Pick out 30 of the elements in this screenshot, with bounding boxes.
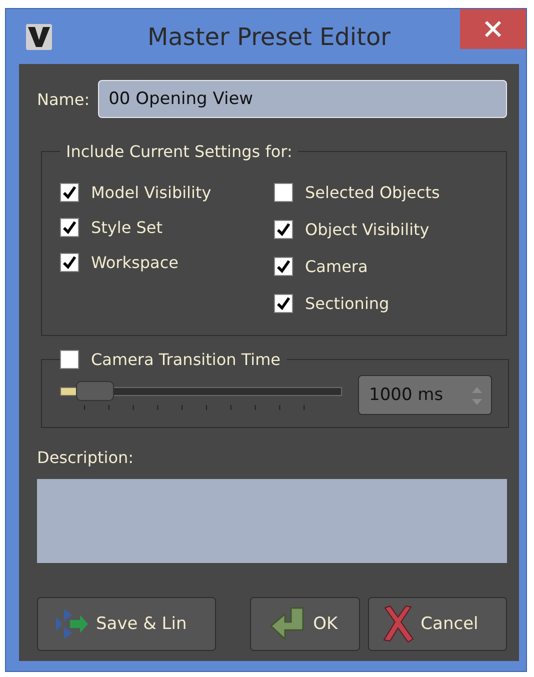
ok-button[interactable]: OK <box>250 597 360 651</box>
checkbox[interactable]: Object Visibility <box>274 220 474 239</box>
check-icon <box>276 222 291 237</box>
logo-icon <box>26 24 52 50</box>
checkbox[interactable]: Sectioning <box>274 294 474 313</box>
check-icon <box>276 296 291 311</box>
checkbox[interactable]: Camera Transition Time <box>60 350 280 369</box>
check-icon <box>62 185 77 200</box>
group-title: Include Current Settings for: <box>65 142 294 161</box>
save-button[interactable]: Save & Lin <box>37 597 216 651</box>
window-title: Master Preset Editor <box>146 22 392 50</box>
slider-thumb[interactable] <box>76 380 114 400</box>
checkbox[interactable]: Style Set <box>60 218 260 237</box>
description-field[interactable] <box>37 479 507 563</box>
check-icon <box>62 220 77 235</box>
close-icon <box>484 20 502 38</box>
cross-icon <box>380 604 415 644</box>
checkbox[interactable]: Workspace <box>60 253 260 272</box>
time-spinbox[interactable]: 1000 ms <box>358 375 492 415</box>
check-icon <box>62 255 77 270</box>
name-label: Name: <box>37 90 90 108</box>
time-slider[interactable] <box>60 380 342 400</box>
checkbox[interactable]: Model Visibility <box>60 183 260 202</box>
close-button[interactable] <box>460 9 526 49</box>
check-icon <box>276 259 291 274</box>
checkbox[interactable]: Selected Objects <box>274 183 474 202</box>
checkbox[interactable]: Camera <box>274 257 474 276</box>
description-label: Description: <box>37 448 135 467</box>
cancel-button[interactable]: Cancel <box>368 597 507 651</box>
name-field[interactable]: 00 Opening View <box>98 80 507 118</box>
